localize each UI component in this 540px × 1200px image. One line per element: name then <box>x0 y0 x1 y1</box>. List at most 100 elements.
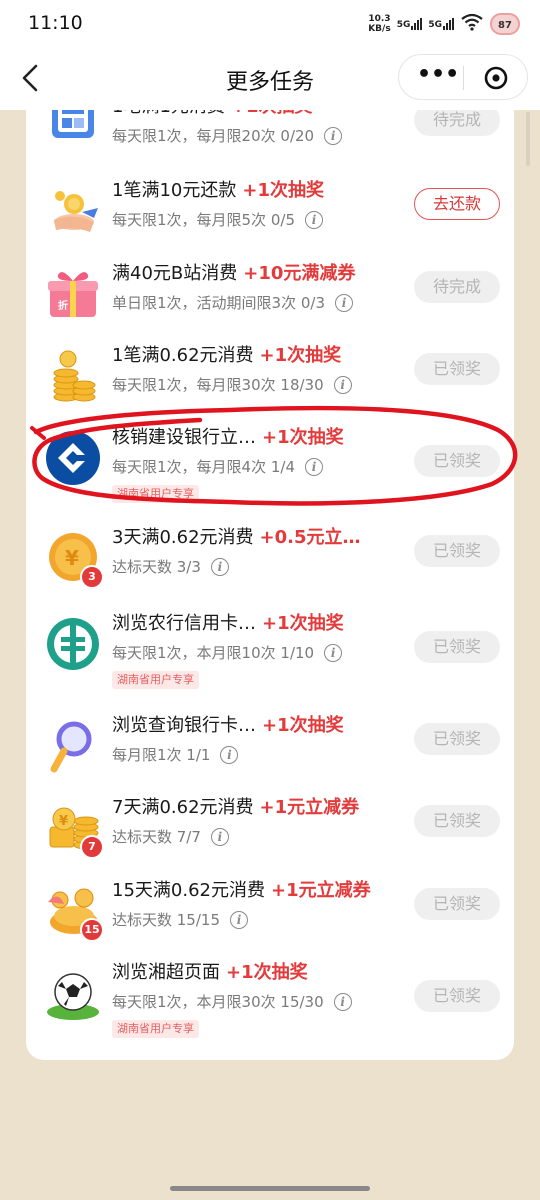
task-row: 浏览湘超页面 +1次抽奖 每天限1次，本月限30次 15/30 i 湖南省用户专享 已领奖 <box>26 958 514 1040</box>
task-reward: +1次抽奖 <box>262 613 344 634</box>
task-row: ¥7 7天满0.62元消费 +1元立减券 达标天数 7/7 i 已领奖 <box>26 793 514 875</box>
task-action-button[interactable]: 已领奖 <box>414 445 500 477</box>
task-action-button[interactable]: 待完成 <box>414 271 500 303</box>
task-reward: +1次抽奖 <box>262 427 344 448</box>
task-title-row: 1笔满10元还款 +1次抽奖 <box>112 178 394 204</box>
task-limit-row: 每天限1次，每月限4次 1/4 i <box>112 457 323 477</box>
task-title: 浏览湘超页面 <box>112 962 220 983</box>
scrollbar[interactable] <box>526 112 530 166</box>
task-limit-row: 达标天数 15/15 i <box>112 910 248 930</box>
capsule-divider <box>463 66 464 90</box>
task-reward: +1次抽奖 <box>231 110 313 117</box>
task-title-row: 满40元B站消费 +10元满减券 <box>112 261 394 287</box>
task-action-button[interactable]: 待完成 <box>414 110 500 136</box>
info-icon[interactable]: i <box>305 458 323 476</box>
signal-5g-icon: 5G <box>397 18 423 30</box>
task-action-button[interactable]: 已领奖 <box>414 723 500 755</box>
task-reward: +1元立减券 <box>270 880 371 901</box>
task-title-row: 浏览农行信用卡… +1次抽奖 <box>112 611 394 637</box>
mini-program-capsule: ••• <box>398 54 528 100</box>
task-title: 15天满0.62元消费 <box>112 880 265 901</box>
info-icon[interactable]: i <box>305 211 323 229</box>
battery-icon: 87 <box>490 13 520 35</box>
task-reward: +10元满减券 <box>243 263 356 284</box>
coin-stack-icon <box>44 347 102 405</box>
task-title: 核销建设银行立… <box>112 427 256 448</box>
network-speed: 10.3 KB/s <box>368 14 391 34</box>
task-limit-text: 达标天数 15/15 <box>112 911 220 929</box>
task-title-row: 浏览查询银行卡… +1次抽奖 <box>112 713 394 739</box>
region-tag: 湖南省用户专享 <box>112 671 199 689</box>
task-row: 15 15天满0.62元消费 +1元立减券达标天数 15/15 i 已领奖 <box>26 876 514 958</box>
task-title: 浏览农行信用卡… <box>112 613 256 634</box>
svg-text:¥: ¥ <box>59 814 68 829</box>
task-limit-text: 每天限1次，每月限4次 1/4 <box>112 458 295 476</box>
task-title: 1笔满1元消费 <box>112 110 225 117</box>
task-row: 浏览农行信用卡… +1次抽奖每天限1次，本月限10次 1/10 i 湖南省用户专享 已领… <box>26 609 514 691</box>
task-action-button[interactable]: 已领奖 <box>414 631 500 663</box>
task-action-button[interactable]: 已领奖 <box>414 805 500 837</box>
task-reward: +1元立减券 <box>259 797 360 818</box>
task-title: 3天满0.62元消费 <box>112 527 254 548</box>
gift-box-icon: 折 <box>44 265 102 323</box>
task-limit-row: 单日限1次，活动期间限3次 0/3 i <box>112 293 353 313</box>
task-limit-text: 每天限1次，每月限30次 18/30 <box>112 376 324 394</box>
task-title-row: 3天满0.62元消费 +0.5元立… <box>112 525 394 551</box>
nav-bar: 更多任务 ••• <box>0 48 540 110</box>
task-title-row: 7天满0.62元消费 +1元立减券 <box>112 795 394 821</box>
task-row: 浏览查询银行卡… +1次抽奖每月限1次 1/1 i 已领奖 <box>26 711 514 793</box>
task-limit-row: 达标天数 3/3 i <box>112 557 229 577</box>
svg-text:折: 折 <box>58 299 68 312</box>
task-title-row: 浏览湘超页面 +1次抽奖 <box>112 960 394 986</box>
info-icon[interactable]: i <box>324 644 343 662</box>
bank-card-icon <box>44 110 102 156</box>
task-limit-row: 每天限1次，每月限5次 0/5 i <box>112 210 323 230</box>
info-icon[interactable]: i <box>335 294 353 312</box>
task-limit-row: 每月限1次 1/1 i <box>112 745 239 765</box>
close-circle-icon <box>484 66 508 90</box>
info-icon[interactable]: i <box>324 127 343 145</box>
region-tag: 湖南省用户专享 <box>112 1020 199 1038</box>
task-limit-text: 达标天数 7/7 <box>112 828 201 846</box>
task-list-card: 1笔满1元消费+1次抽奖每天限1次，每月限20次 0/20i待完成1笔满10元还… <box>26 110 514 1060</box>
count-badge: 15 <box>80 918 104 942</box>
abc-logo-icon <box>44 615 102 673</box>
task-row: 1笔满10元还款 +1次抽奖每天限1次，每月限5次 0/5 i 去还款 <box>26 176 514 258</box>
task-row: ¥3 3天满0.62元消费 +0.5元立… 达标天数 3/3 i 已领奖 <box>26 523 514 605</box>
wifi-icon <box>460 13 484 35</box>
task-limit-text: 每天限1次，每月限20次 0/20 <box>112 127 315 145</box>
info-icon[interactable]: i <box>230 911 248 929</box>
more-button[interactable]: ••• <box>417 63 459 91</box>
region-tag: 湖南省用户专享 <box>112 485 199 503</box>
task-action-button[interactable]: 去还款 <box>414 188 500 220</box>
task-limit-row: 每天限1次，本月限10次 1/10 i <box>112 643 343 663</box>
ccb-logo-icon <box>44 429 102 487</box>
home-indicator[interactable] <box>170 1186 370 1191</box>
task-row: 核销建设银行立… +1次抽奖每天限1次，每月限4次 1/4 i 湖南省用户专享 已领奖 <box>26 423 514 505</box>
task-limit-text: 达标天数 3/3 <box>112 558 201 576</box>
task-title: 满40元B站消费 <box>112 263 238 284</box>
task-limit-text: 每月限1次 1/1 <box>112 746 211 764</box>
magnifier-icon <box>44 717 102 775</box>
task-title-row: 1笔满0.62元消费 +1次抽奖 <box>112 343 394 369</box>
football-icon <box>44 964 102 1022</box>
info-icon[interactable]: i <box>210 828 229 846</box>
close-button[interactable] <box>483 65 509 91</box>
status-icons: 10.3 KB/s 5G 5G 87 <box>368 10 520 38</box>
info-icon[interactable]: i <box>333 376 352 394</box>
task-limit-text: 每天限1次，每月限5次 0/5 <box>112 211 295 229</box>
task-limit-row: 每天限1次，每月限20次 0/20 i <box>112 126 343 146</box>
coin-hand-icon <box>44 182 102 240</box>
info-icon[interactable]: i <box>210 558 229 576</box>
status-time: 11:10 <box>28 12 83 34</box>
task-action-button[interactable]: 已领奖 <box>414 353 500 385</box>
task-action-button[interactable]: 已领奖 <box>414 980 500 1012</box>
svg-text:¥: ¥ <box>65 546 79 570</box>
info-icon[interactable]: i <box>333 993 352 1011</box>
task-row: 折 满40元B站消费 +10元满减券单日限1次，活动期间限3次 0/3 i 待完成 <box>26 259 514 341</box>
task-action-button[interactable]: 已领奖 <box>414 535 500 567</box>
task-action-button[interactable]: 已领奖 <box>414 888 500 920</box>
task-reward: +0.5元立… <box>259 527 361 548</box>
task-title-row: 15天满0.62元消费 +1元立减券 <box>112 878 394 904</box>
info-icon[interactable]: i <box>220 746 239 764</box>
